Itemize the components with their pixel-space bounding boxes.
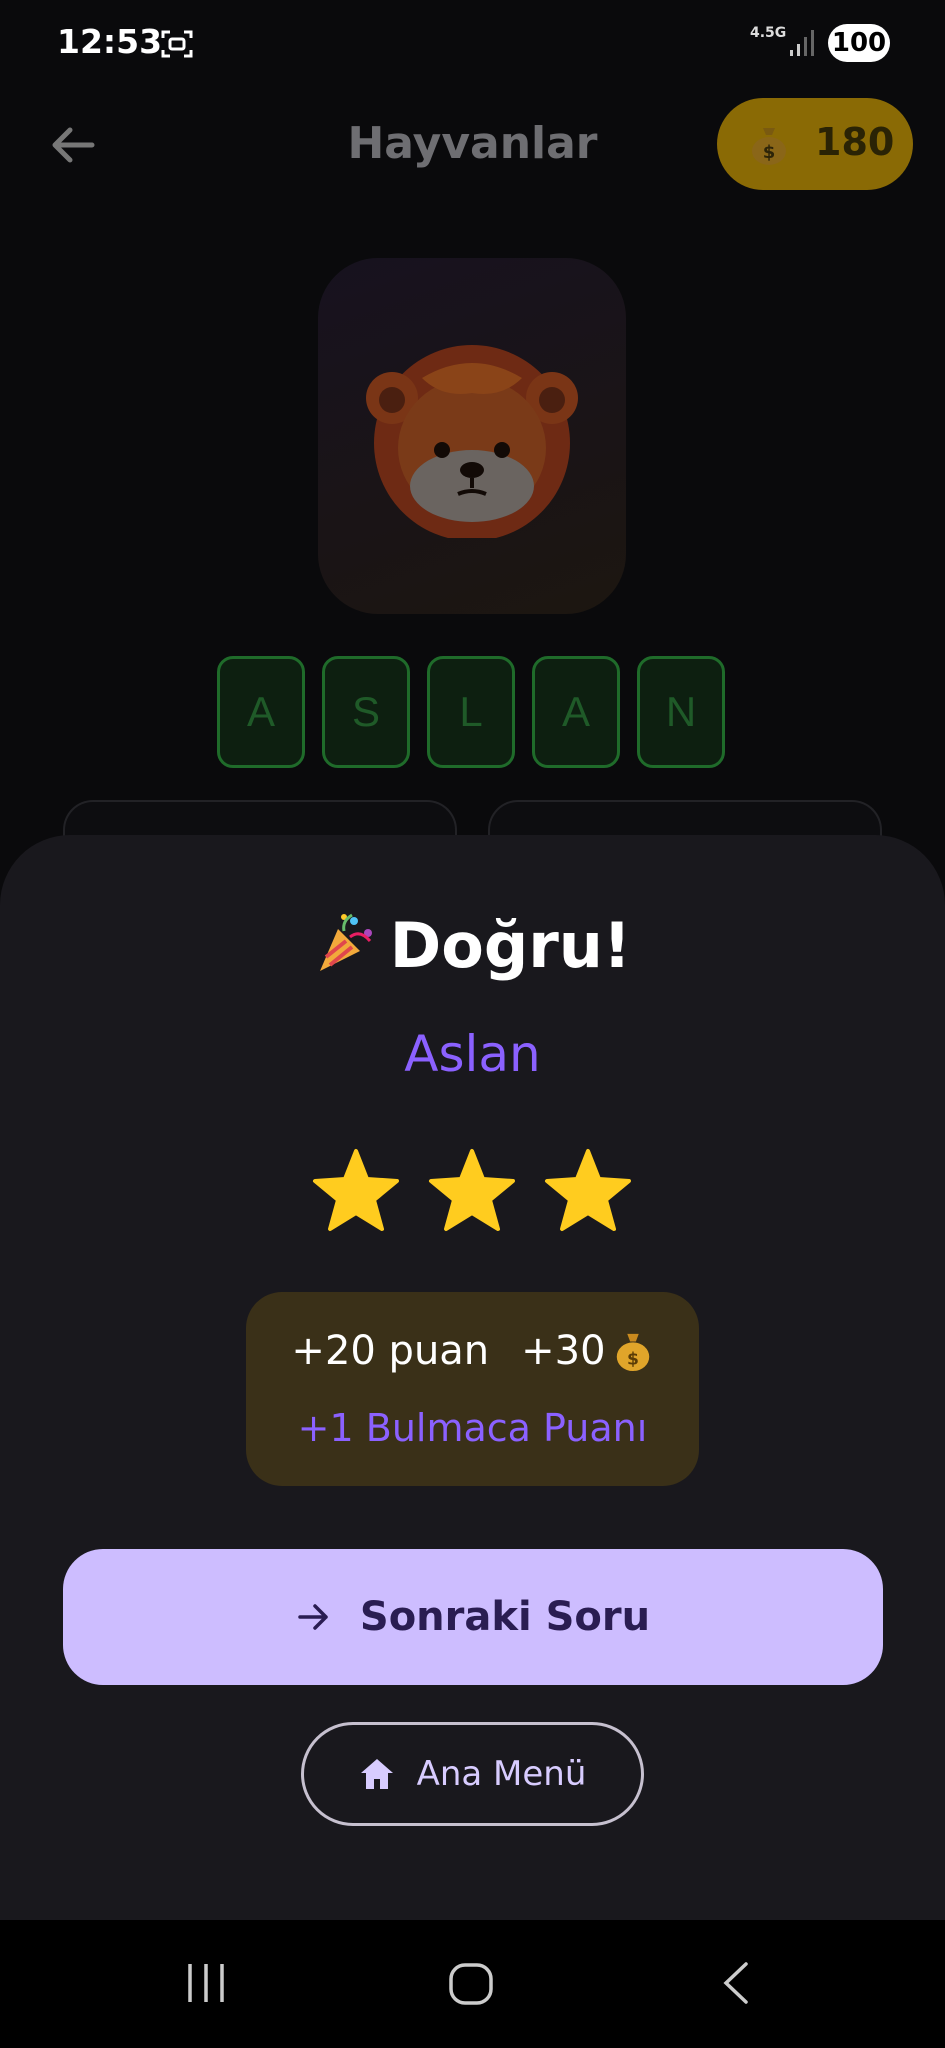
star-icon (545, 1149, 631, 1231)
star-icon (313, 1149, 399, 1231)
letter-box: N (637, 656, 725, 768)
screenshot-icon (161, 30, 193, 58)
money-bag-icon: $ (616, 1333, 649, 1372)
party-popper-icon (319, 913, 372, 971)
answer-letters: A S L A N (217, 656, 725, 768)
result-sheet: Doğru! Aslan +20 puan +30 $ +1 Bulmaca Pu… (0, 835, 945, 1920)
home-nav-icon[interactable] (448, 1962, 494, 2006)
main-menu-label: Ana Menü (416, 1754, 587, 1794)
letter-box: A (532, 656, 620, 768)
result-title: Doğru! (0, 909, 945, 982)
reward-points: +20 puan (291, 1328, 490, 1374)
money-bag-icon: $ (752, 128, 786, 165)
star-icon (429, 1149, 515, 1231)
letter-box: L (427, 656, 515, 768)
header: Hayvanlar $ 180 (0, 90, 945, 200)
recents-icon[interactable] (186, 1962, 226, 2004)
reward-box: +20 puan +30 $ +1 Bulmaca Puanı (246, 1292, 699, 1486)
status-bar: 12:53 4.5G 100 (0, 0, 945, 90)
next-question-button[interactable]: Sonraki Soru (63, 1549, 883, 1685)
svg-text:$: $ (627, 1349, 639, 1369)
home-icon (360, 1759, 393, 1789)
coin-balance[interactable]: $ 180 (717, 98, 913, 190)
letter-box: A (217, 656, 305, 768)
main-menu-button[interactable]: Ana Menü (301, 1722, 644, 1826)
svg-text:$: $ (763, 142, 776, 163)
coin-count: 180 (815, 120, 895, 164)
correct-answer: Aslan (404, 1025, 541, 1083)
status-time: 12:53 (57, 22, 163, 61)
network-type: 4.5G (750, 25, 787, 41)
system-nav-bar (0, 1920, 945, 2048)
result-title-text: Doğru! (389, 909, 632, 982)
signal-icon (790, 30, 814, 56)
battery-indicator: 100 (828, 24, 890, 62)
reward-puzzle-points: +1 Bulmaca Puanı (297, 1406, 648, 1450)
lion-face-icon (366, 345, 578, 538)
back-nav-icon[interactable] (718, 1960, 752, 2006)
reward-coins: +30 (521, 1328, 606, 1374)
next-question-label: Sonraki Soru (359, 1594, 651, 1640)
reward-summary: +20 puan +30 $ (246, 1328, 699, 1374)
arrow-right-icon (298, 1604, 328, 1630)
puzzle-image-card (318, 258, 626, 614)
star-rating (312, 1147, 632, 1237)
letter-box: S (322, 656, 410, 768)
